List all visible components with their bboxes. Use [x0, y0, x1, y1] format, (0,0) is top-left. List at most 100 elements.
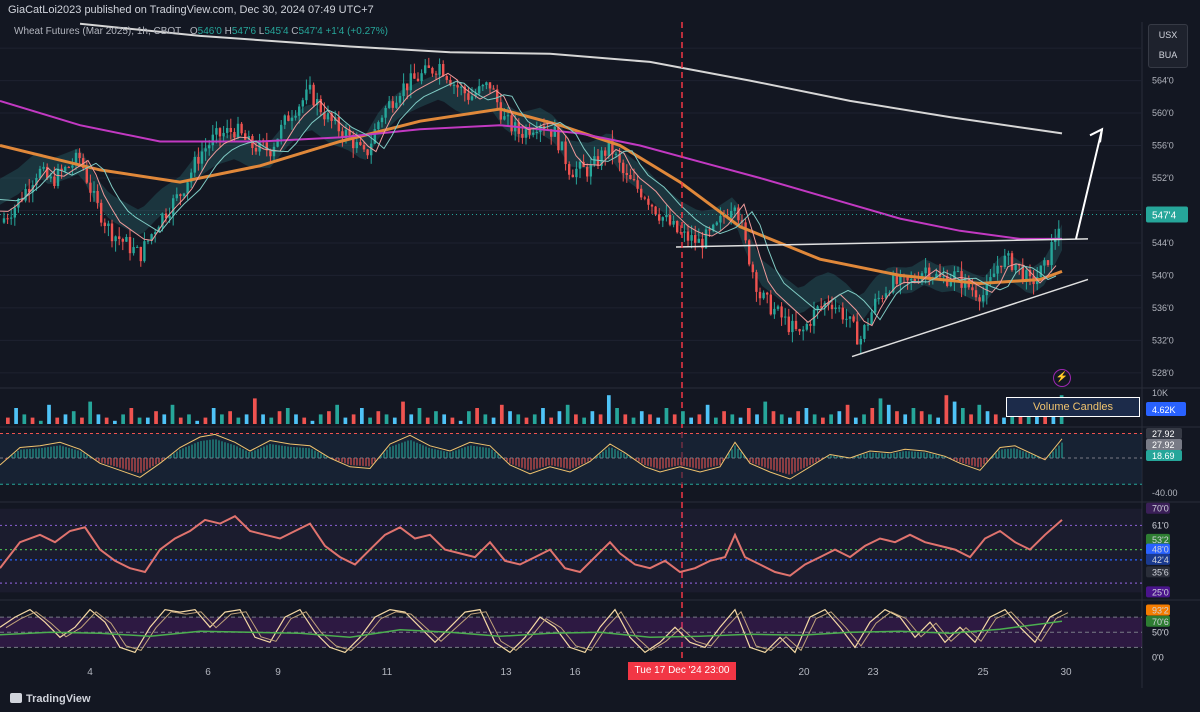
price-axis-tick: 552'0 — [1152, 173, 1174, 183]
candle-body — [524, 128, 528, 138]
candle-body — [877, 297, 880, 299]
volume-bar — [648, 414, 652, 424]
volume-bar — [252, 398, 257, 424]
stochastic-axis-tick: 70'6 — [1152, 617, 1169, 627]
candle-body — [6, 218, 9, 220]
candle-body — [870, 312, 873, 325]
candle-body — [1010, 253, 1014, 271]
candle-body — [467, 93, 470, 100]
candle-body — [107, 223, 110, 227]
volume-bar — [351, 414, 356, 424]
time-axis-tick: 30 — [1060, 667, 1072, 678]
time-axis-tick: 20 — [798, 667, 810, 678]
candle-body — [146, 240, 150, 242]
candle-body — [690, 235, 693, 241]
candle-body — [78, 152, 81, 159]
volume-bar — [458, 420, 463, 424]
candle-body — [10, 217, 13, 219]
ohlc-change-value: +1'4 (+0.27%) — [325, 26, 388, 37]
unit-selector[interactable]: USX BUA — [1148, 24, 1188, 68]
candle-body — [125, 237, 128, 242]
volume-bar — [195, 420, 200, 424]
lightning-icon[interactable]: ⚡ — [1053, 369, 1071, 387]
volume-bar — [343, 417, 348, 424]
volume-bar — [244, 414, 249, 424]
candle-body — [658, 214, 661, 221]
volume-bar — [812, 414, 817, 424]
candle-body — [136, 246, 139, 248]
candle-body — [233, 131, 236, 138]
volume-bar — [804, 408, 809, 424]
volume-bar — [310, 420, 315, 424]
candle-body — [100, 202, 103, 223]
candle-body — [49, 176, 52, 179]
volume-bar — [829, 414, 833, 424]
candle-body — [460, 86, 463, 88]
volume-bar — [952, 401, 957, 424]
volume-bar — [261, 414, 265, 424]
volume-bar — [417, 408, 422, 424]
candle-body — [301, 100, 304, 107]
volume-bar — [203, 417, 208, 424]
price-axis-tick: 536'0 — [1152, 303, 1174, 313]
candle-body — [2, 218, 6, 223]
footer-bar: TradingView — [0, 688, 1200, 712]
volume-bar — [993, 414, 998, 424]
candle-body — [391, 101, 394, 108]
volume-bar — [384, 414, 389, 424]
volume-bar — [96, 414, 101, 424]
volume-bar — [376, 411, 381, 424]
volume-bar — [746, 408, 751, 424]
candle-body — [776, 306, 780, 309]
volume-bar — [499, 404, 504, 424]
volume-bar — [368, 417, 372, 424]
rsi-axis-tick: 35'6 — [1152, 567, 1169, 577]
volume-bar — [656, 417, 661, 424]
oscillator-value-label: 27.92 — [1152, 429, 1175, 439]
candle-body — [24, 188, 27, 201]
candle-body — [506, 115, 510, 117]
candle-body — [1039, 265, 1042, 278]
price-axis-tick: 544'0 — [1152, 238, 1174, 248]
candle-body — [128, 237, 132, 254]
candle-body — [485, 82, 488, 85]
candle-body — [708, 229, 711, 231]
candle-body — [956, 271, 960, 273]
candle-body — [481, 84, 484, 87]
candle-body — [647, 198, 650, 205]
ohlc-open-value: 546'0 — [197, 26, 222, 37]
candle-body — [478, 86, 481, 94]
candle-body — [748, 240, 751, 265]
candle-body — [766, 292, 769, 295]
candle-body — [560, 141, 564, 151]
volume-bar — [903, 414, 908, 424]
candle-body — [85, 168, 88, 183]
time-axis-tick: 16 — [569, 667, 581, 678]
candle-body — [762, 292, 765, 299]
candle-body — [438, 64, 441, 75]
candle-body — [406, 83, 409, 91]
candle-body — [521, 133, 524, 138]
volume-bar — [697, 414, 702, 424]
rsi-axis-tick: 25'0 — [1152, 587, 1169, 597]
candle-body — [427, 65, 430, 68]
candle-body — [121, 239, 124, 242]
volume-bar — [401, 401, 405, 424]
volume-bar — [755, 414, 759, 424]
candle-body — [996, 265, 999, 274]
candle-body — [694, 235, 697, 243]
rsi-axis-tick: 48'0 — [1152, 545, 1169, 555]
candle-body — [442, 64, 445, 77]
candle-body — [337, 117, 340, 132]
candle-body — [42, 166, 45, 169]
candle-body — [629, 174, 632, 180]
volume-bar — [104, 417, 109, 424]
volume-bar — [170, 404, 175, 424]
time-axis-tick: 23 — [867, 667, 879, 678]
candle-body — [470, 96, 474, 100]
symbol-title: Wheat Futures (Mar 2025), 1h, CBOT — [14, 26, 182, 37]
chart-canvas[interactable]: 568'0564'0560'0556'0552'0548'0544'0540'0… — [0, 0, 1200, 712]
candle-body — [978, 297, 981, 302]
candle-body — [733, 207, 736, 212]
stochastic-axis-tick: 93'2 — [1152, 605, 1169, 615]
